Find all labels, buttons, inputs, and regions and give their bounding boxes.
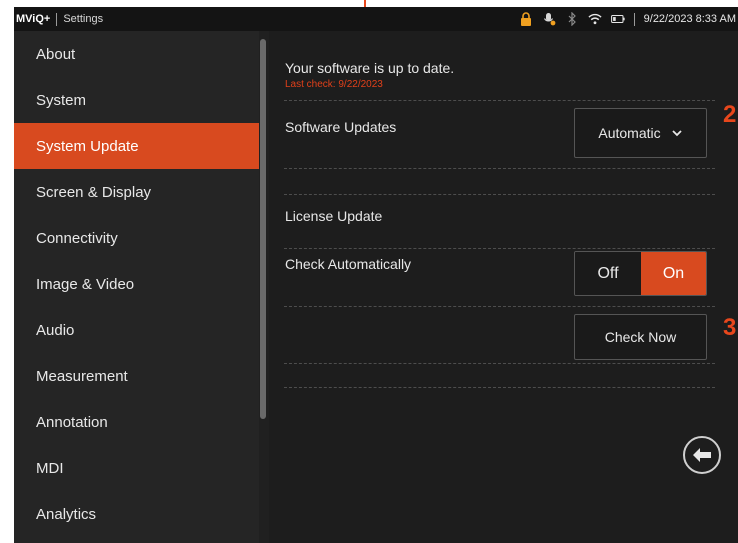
last-check-text: Last check: 9/22/2023 — [285, 79, 383, 90]
row-divider — [284, 100, 715, 101]
software-updates-value: Automatic — [598, 125, 661, 141]
sidebar-item-analytics[interactable]: Analytics — [14, 491, 259, 537]
lock-icon — [519, 12, 533, 26]
software-updates-dropdown[interactable]: Automatic — [574, 108, 707, 158]
sidebar-item-connectivity[interactable]: Connectivity — [14, 215, 259, 261]
callout-number-2: 2 — [723, 101, 737, 128]
callout-number-3: 3 — [723, 314, 737, 341]
bluetooth-icon — [565, 12, 579, 26]
wifi-icon — [588, 12, 602, 26]
sidebar-item-mdi[interactable]: MDI — [14, 445, 259, 491]
microphone-icon — [542, 12, 556, 26]
chevron-down-icon — [671, 127, 683, 139]
sidebar-item-image-video[interactable]: Image & Video — [14, 261, 259, 307]
row-divider — [284, 248, 715, 249]
row-divider — [284, 387, 715, 388]
check-automatically-label: Check Automatically — [285, 256, 412, 272]
check-now-button[interactable]: Check Now — [574, 314, 707, 360]
license-update-item[interactable]: License Update — [285, 208, 382, 224]
sidebar-item-measurement[interactable]: Measurement — [14, 353, 259, 399]
sidebar-scrollbar[interactable] — [260, 39, 266, 419]
toggle-off-option[interactable]: Off — [575, 252, 641, 295]
time-divider — [633, 12, 635, 26]
row-divider — [284, 306, 715, 307]
toggle-on-option[interactable]: On — [641, 252, 706, 295]
datetime: 9/22/2023 8:33 AM — [643, 13, 736, 25]
row-divider — [284, 168, 715, 169]
screen-title: Settings — [63, 13, 104, 25]
row-divider — [284, 363, 715, 364]
title-divider — [56, 12, 58, 26]
sidebar-item-annotation[interactable]: Annotation — [14, 399, 259, 445]
settings-sidebar: About System System Update Screen & Disp… — [14, 31, 259, 543]
update-status-text: Your software is up to date. — [285, 60, 455, 76]
callout-line — [364, 0, 366, 7]
arrow-left-icon — [693, 448, 711, 462]
app-name: MViQ+ — [16, 13, 51, 25]
sidebar-item-screen-display[interactable]: Screen & Display — [14, 169, 259, 215]
sidebar-item-system[interactable]: System — [14, 77, 259, 123]
check-automatically-toggle[interactable]: Off On — [574, 251, 707, 296]
status-icons: 9/22/2023 8:33 AM — [519, 7, 736, 31]
system-update-panel: Your software is up to date. Last check:… — [269, 31, 738, 543]
battery-icon — [610, 12, 625, 26]
sidebar-item-about[interactable]: About — [14, 31, 259, 77]
sidebar-item-system-update[interactable]: System Update — [14, 123, 259, 169]
software-updates-label: Software Updates — [285, 119, 397, 135]
sidebar-item-audio[interactable]: Audio — [14, 307, 259, 353]
back-button[interactable] — [683, 436, 721, 474]
device-screen: MViQ+ Settings 9/22/2023 8:33 AM About S… — [14, 7, 738, 543]
status-bar: MViQ+ Settings 9/22/2023 8:33 AM — [14, 7, 738, 31]
row-divider — [284, 194, 715, 195]
